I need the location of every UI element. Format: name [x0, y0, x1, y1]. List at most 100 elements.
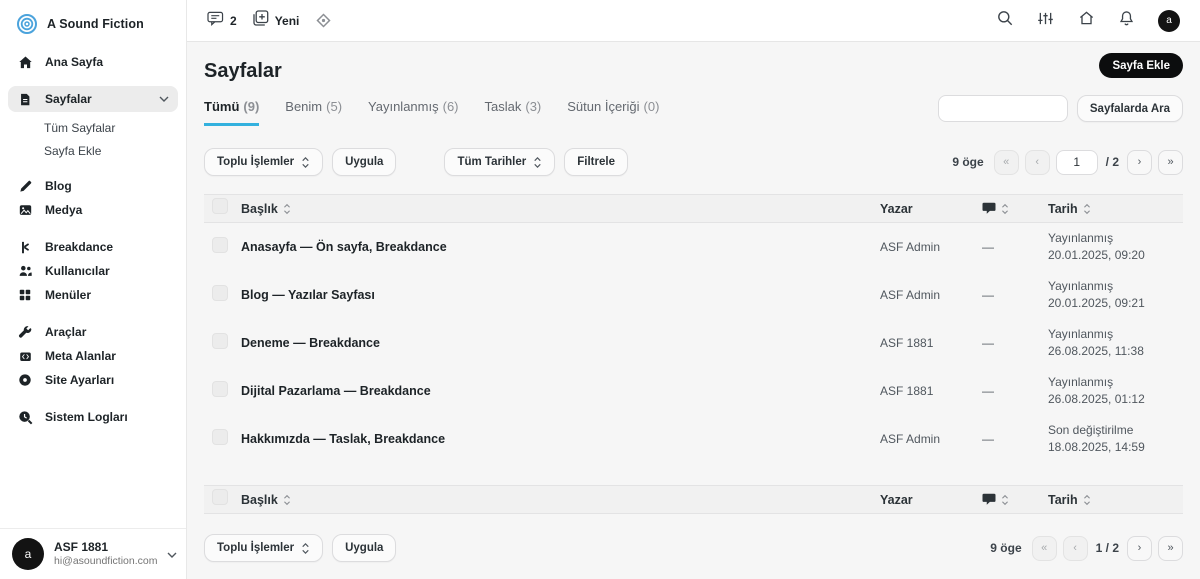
next-page-button[interactable]: › — [1127, 536, 1152, 561]
select-all-checkbox[interactable] — [212, 489, 228, 505]
row-author: ASF 1881 — [880, 384, 982, 398]
add-page-button[interactable]: Sayfa Ekle — [1099, 53, 1183, 78]
meta-fields-icon — [17, 348, 33, 364]
topbar-new[interactable]: Yeni — [253, 10, 300, 31]
table-row[interactable]: Blog — Yazılar Sayfası ASF Admin — Yayın… — [204, 271, 1183, 319]
topbar-avatar[interactable]: a — [1158, 10, 1180, 32]
topbar-comments[interactable]: 2 — [207, 11, 237, 31]
sidebar-item-sistem-loglari[interactable]: Sistem Logları — [8, 405, 178, 429]
bulk-actions-select[interactable]: Toplu İşlemler — [204, 148, 323, 176]
sidebar-item-ana-sayfa[interactable]: Ana Sayfa — [8, 50, 178, 74]
list-toolbar: Toplu İşlemler Uygula Tüm Tarihler Filtr… — [204, 148, 1183, 176]
tab-yayinlanmis[interactable]: Yayınlanmış(6) — [368, 99, 458, 126]
bell-icon[interactable] — [1119, 10, 1134, 31]
next-page-button[interactable]: › — [1127, 150, 1152, 175]
sort-date-header[interactable]: Tarih — [1048, 493, 1183, 507]
table-row[interactable]: Dijital Pazarlama — Breakdance ASF 1881 … — [204, 367, 1183, 415]
prev-page-button[interactable]: ‹ — [1025, 150, 1050, 175]
author-header: Yazar — [880, 493, 982, 507]
sort-comments-header[interactable] — [982, 493, 1048, 506]
row-author: ASF 1881 — [880, 336, 982, 350]
sidebar-item-menuler[interactable]: Menüler — [8, 283, 178, 307]
sort-title-header[interactable]: Başlık — [241, 202, 880, 216]
updown-icon — [301, 156, 310, 169]
items-count: 9 öge — [952, 155, 983, 169]
row-checkbox[interactable] — [212, 237, 228, 253]
page-row-title[interactable]: Dijital Pazarlama — Breakdance — [241, 384, 880, 398]
row-date: Yayınlanmış26.08.2025, 01:12 — [1048, 374, 1183, 409]
search-icon[interactable] — [997, 10, 1013, 31]
dates-filter-select[interactable]: Tüm Tarihler — [444, 148, 555, 176]
items-count: 9 öge — [990, 541, 1021, 555]
sidebar-item-kullanicilar[interactable]: Kullanıcılar — [8, 259, 178, 283]
chevron-down-icon — [159, 96, 169, 102]
tab-benim[interactable]: Benim(5) — [285, 99, 342, 126]
menus-grid-icon — [17, 287, 33, 303]
table-row[interactable]: Hakkımızda — Taslak, Breakdance ASF Admi… — [204, 415, 1183, 463]
home-icon[interactable] — [1078, 10, 1095, 31]
sidebar-item-site-ayarlari[interactable]: Site Ayarları — [8, 368, 178, 392]
search-input[interactable] — [938, 95, 1068, 122]
page-row-title[interactable]: Anasayfa — Ön sayfa, Breakdance — [241, 240, 880, 254]
sort-title-header[interactable]: Başlık — [241, 493, 880, 507]
add-new-icon — [253, 10, 269, 31]
brand-logo-row[interactable]: A Sound Fiction — [0, 0, 186, 44]
sort-comments-header[interactable] — [982, 202, 1048, 215]
home-icon — [17, 54, 33, 70]
topbar-breakdance-diamond-icon[interactable] — [315, 12, 332, 29]
row-date: Yayınlanmış20.01.2025, 09:21 — [1048, 278, 1183, 313]
apply-button[interactable]: Uygula — [332, 534, 396, 562]
first-page-button[interactable]: « — [1032, 536, 1057, 561]
current-page-input[interactable] — [1056, 150, 1098, 175]
sidebar-user-menu[interactable]: a ASF 1881 hi@asoundfiction.com — [0, 528, 186, 579]
sliders-icon[interactable] — [1037, 11, 1054, 31]
row-checkbox[interactable] — [212, 285, 228, 301]
comment-icon — [207, 11, 224, 31]
filter-button[interactable]: Filtrele — [564, 148, 628, 176]
row-checkbox[interactable] — [212, 333, 228, 349]
sidebar-item-meta-alanlar[interactable]: Meta Alanlar — [8, 344, 178, 368]
total-pages: / 2 — [1104, 155, 1121, 169]
user-name: ASF 1881 — [54, 540, 157, 555]
table-row[interactable]: Anasayfa — Ön sayfa, Breakdance ASF Admi… — [204, 223, 1183, 271]
page-row-title[interactable]: Deneme — Breakdance — [241, 336, 880, 350]
page-row-title[interactable]: Hakkımızda — Taslak, Breakdance — [241, 432, 880, 446]
sidebar-item-breakdance[interactable]: Breakdance — [8, 235, 178, 259]
last-page-button[interactable]: » — [1158, 150, 1183, 175]
media-icon — [17, 202, 33, 218]
breakdance-icon — [17, 239, 33, 255]
sort-icon — [283, 203, 291, 215]
sort-icon — [283, 494, 291, 506]
sidebar-item-sayfalar[interactable]: Sayfalar — [8, 86, 178, 112]
page-row-title[interactable]: Blog — Yazılar Sayfası — [241, 288, 880, 302]
users-icon — [17, 263, 33, 279]
row-comments: — — [982, 288, 1048, 302]
first-page-button[interactable]: « — [994, 150, 1019, 175]
sidebar-item-tum-sayfalar[interactable]: Tüm Sayfalar — [8, 116, 178, 139]
table-footer-header: Başlık Yazar Tarih — [204, 485, 1183, 514]
tab-tumu[interactable]: Tümü(9) — [204, 99, 259, 126]
row-checkbox[interactable] — [212, 381, 228, 397]
sort-date-header[interactable]: Tarih — [1048, 202, 1183, 216]
sidebar-item-blog[interactable]: Blog — [8, 174, 178, 198]
table-row[interactable]: Deneme — Breakdance ASF 1881 — Yayınlanm… — [204, 319, 1183, 367]
topbar: 2 Yeni a — [187, 0, 1200, 42]
select-all-checkbox[interactable] — [212, 198, 228, 214]
tab-taslak[interactable]: Taslak(3) — [485, 99, 542, 126]
search-pages-button[interactable]: Sayfalarda Ara — [1077, 95, 1183, 122]
tab-sutun-icerigi[interactable]: Sütun İçeriği(0) — [567, 99, 659, 126]
sidebar-item-medya[interactable]: Medya — [8, 198, 178, 222]
page-indicator: 1 / 2 — [1094, 541, 1121, 555]
main-area: 2 Yeni a Sayfalar Sayfa Ekle — [187, 0, 1200, 579]
prev-page-button[interactable]: ‹ — [1063, 536, 1088, 561]
row-checkbox[interactable] — [212, 429, 228, 445]
sidebar-item-araclar[interactable]: Araçlar — [8, 320, 178, 344]
last-page-button[interactable]: » — [1158, 536, 1183, 561]
sort-icon — [1001, 203, 1009, 215]
page-title: Sayfalar — [204, 60, 1183, 83]
comment-icon — [982, 493, 996, 506]
sidebar-item-sayfa-ekle[interactable]: Sayfa Ekle — [8, 139, 178, 162]
apply-button[interactable]: Uygula — [332, 148, 396, 176]
bulk-actions-select[interactable]: Toplu İşlemler — [204, 534, 323, 562]
gear-icon — [17, 372, 33, 388]
